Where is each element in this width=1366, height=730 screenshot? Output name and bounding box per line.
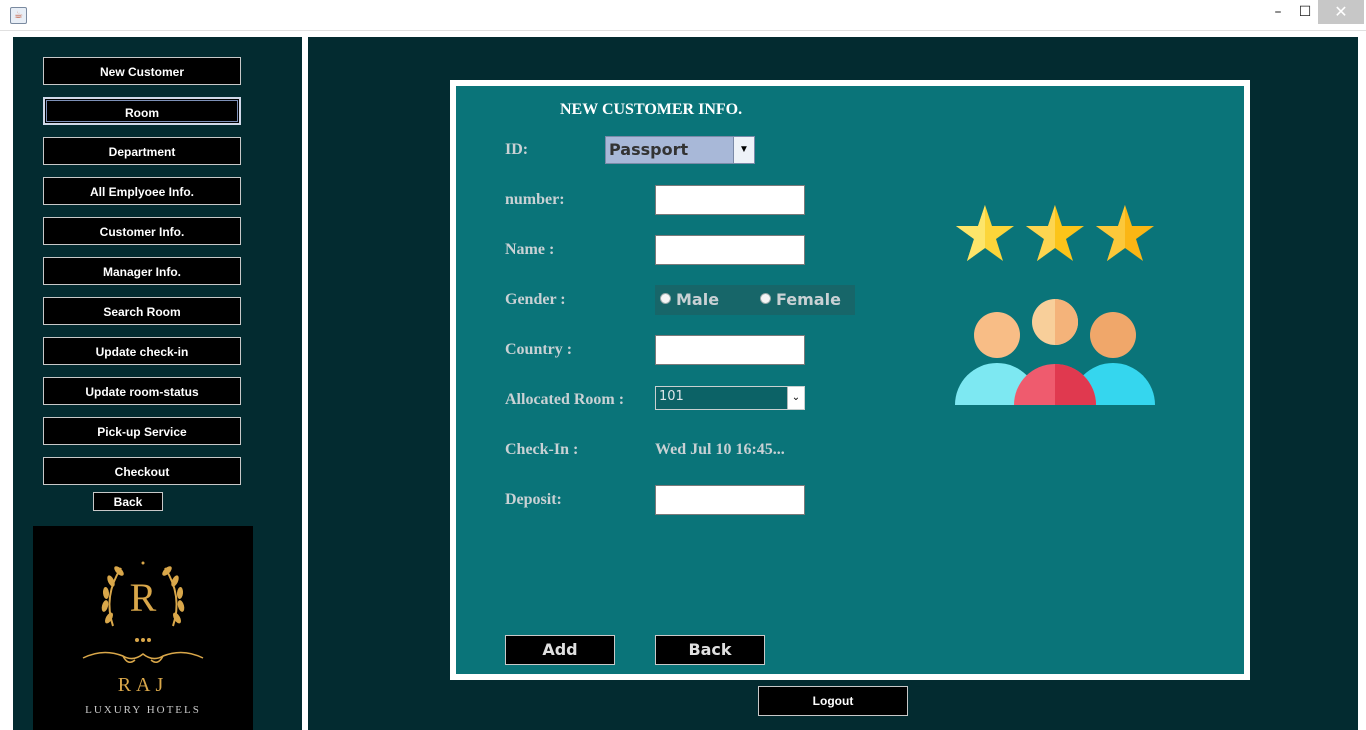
id-label: ID: (505, 141, 529, 158)
chevron-down-icon[interactable]: ▼ (733, 137, 754, 163)
deposit-label: Deposit: (505, 491, 562, 508)
update-room-status-button[interactable]: Update room-status (43, 377, 241, 405)
page-title: NEW CUSTOMER INFO. (560, 101, 743, 118)
check-in-value: Wed Jul 10 16:45... (655, 441, 785, 458)
new-customer-button[interactable]: New Customer (43, 57, 241, 85)
room-button[interactable]: Room (43, 97, 241, 125)
female-radio[interactable] (760, 293, 771, 304)
country-label: Country : (505, 341, 573, 358)
name-field[interactable] (655, 235, 805, 265)
manager-info-button[interactable]: Manager Info. (43, 257, 241, 285)
java-app-icon: ☕ (10, 7, 27, 24)
chevron-down-icon[interactable]: ⌄ (787, 387, 804, 409)
back-button[interactable]: Back (655, 635, 765, 665)
id-type-select[interactable]: Passport ▼ (605, 136, 755, 164)
allocated-room-select[interactable]: 101 ⌄ (655, 386, 805, 410)
gender-label: Gender : (505, 291, 566, 308)
laurel-wreath-icon (82, 561, 204, 663)
number-field[interactable] (655, 185, 805, 215)
users-group-icon (955, 299, 1155, 405)
logo-letter: R (129, 575, 157, 620)
male-radio-label[interactable]: Male (676, 290, 719, 309)
department-button[interactable]: Department (43, 137, 241, 165)
logo-name: RAJ (117, 674, 169, 696)
gender-radio-group: Male Female (655, 285, 855, 315)
search-room-button[interactable]: Search Room (43, 297, 241, 325)
name-label: Name : (505, 241, 555, 258)
id-type-value: Passport (609, 140, 689, 159)
logout-button[interactable]: Logout (758, 686, 908, 716)
hotel-logo: R RAJ LUXURY HOTELS (33, 526, 253, 730)
deposit-field[interactable] (655, 485, 805, 515)
sidebar-back-button[interactable]: Back (93, 492, 163, 511)
update-check-in-button[interactable]: Update check-in (43, 337, 241, 365)
logo-subtitle: LUXURY HOTELS (85, 704, 201, 716)
country-field[interactable] (655, 335, 805, 365)
close-button[interactable]: ✕ (1318, 0, 1364, 24)
check-in-label: Check-In : (505, 441, 579, 458)
all-employee-info-button[interactable]: All Emplyoee Info. (43, 177, 241, 205)
allocated-room-value: 101 (659, 389, 684, 404)
checkout-button[interactable]: Checkout (43, 457, 241, 485)
customer-info-button[interactable]: Customer Info. (43, 217, 241, 245)
female-radio-label[interactable]: Female (776, 290, 841, 309)
pick-up-service-button[interactable]: Pick-up Service (43, 417, 241, 445)
title-bar: ☕ – ☐ ✕ (0, 0, 1366, 31)
number-label: number: (505, 191, 565, 208)
allocated-room-label: Allocated Room : (505, 391, 625, 408)
male-radio[interactable] (660, 293, 671, 304)
add-button[interactable]: Add (505, 635, 615, 665)
